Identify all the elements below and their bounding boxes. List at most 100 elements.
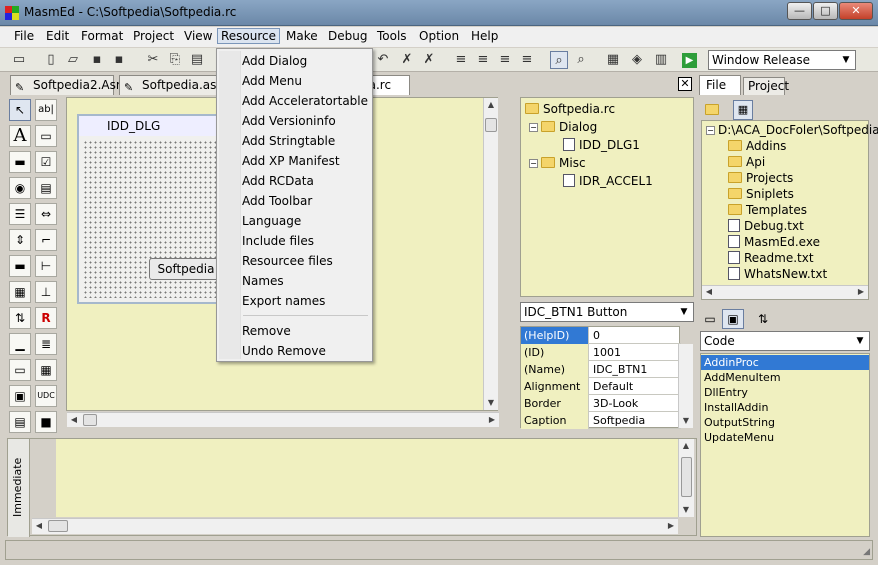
- menu-remove[interactable]: Remove: [242, 321, 291, 341]
- datetime-tool-icon[interactable]: ▤: [9, 411, 31, 433]
- listbox-tool-icon[interactable]: ☰: [9, 203, 31, 225]
- menu-resource-files[interactable]: Resourcee files: [242, 251, 333, 271]
- build-mode-select[interactable]: Window Release ▼: [708, 50, 856, 70]
- menu-format[interactable]: Format: [81, 29, 123, 43]
- tab-tool-icon[interactable]: ⌐: [35, 229, 57, 251]
- menu-add-dialog[interactable]: Add Dialog: [242, 51, 307, 71]
- radio-tool-icon[interactable]: ◉: [9, 177, 31, 199]
- uncomment-icon[interactable]: ≡: [518, 51, 536, 69]
- menu-project[interactable]: Project: [133, 29, 174, 43]
- property-value[interactable]: 0: [590, 327, 678, 344]
- designer-hscroll[interactable]: ◀ ▶: [67, 412, 499, 427]
- immediate-tab[interactable]: Immediate: [8, 439, 30, 537]
- menu-file[interactable]: File: [14, 29, 34, 43]
- property-row[interactable]: (Name) IDC_BTN1: [521, 361, 681, 378]
- menu-help[interactable]: Help: [471, 29, 498, 43]
- open-file-icon[interactable]: ▱: [64, 51, 82, 69]
- menu-add-toolbar[interactable]: Add Toolbar: [242, 191, 312, 211]
- hscroll-tool-icon[interactable]: ⇔: [35, 203, 57, 225]
- property-vscroll[interactable]: ▼: [678, 344, 693, 428]
- paste-icon[interactable]: ▤: [188, 51, 206, 69]
- tree-dialog-item[interactable]: IDD_DLG1: [563, 137, 640, 154]
- scroll-down-icon[interactable]: ▼: [484, 396, 498, 410]
- view-selected-icon[interactable]: ▣: [722, 309, 744, 329]
- edit-tool-icon[interactable]: ab|: [35, 99, 57, 121]
- scroll-up-icon[interactable]: ▲: [484, 98, 498, 112]
- scroll-down-icon[interactable]: ▼: [679, 503, 693, 517]
- save-icon[interactable]: ▪: [88, 51, 106, 69]
- new-file-icon[interactable]: ▯: [42, 51, 60, 69]
- menu-debug[interactable]: Debug: [328, 29, 367, 43]
- scroll-left-icon[interactable]: ◀: [67, 413, 81, 427]
- groupbox-tool-icon[interactable]: ▭: [35, 125, 57, 147]
- tab-softpedia2-asm[interactable]: ✎ Softpedia2.Asm: [10, 75, 128, 95]
- find-icon[interactable]: ⌕: [550, 51, 568, 69]
- trackbar-tool-icon[interactable]: ⊥: [35, 281, 57, 303]
- static-tool-icon[interactable]: A: [9, 125, 31, 147]
- close-button[interactable]: ✕: [839, 2, 873, 20]
- menu-edit[interactable]: Edit: [46, 29, 69, 43]
- property-row[interactable]: Border 3D-Look: [521, 395, 681, 412]
- scroll-right-icon[interactable]: ▶: [854, 286, 868, 298]
- dialog-button-softpedia[interactable]: Softpedia: [149, 258, 223, 280]
- property-value[interactable]: IDC_BTN1: [590, 361, 678, 378]
- grid-tool-icon[interactable]: ▦: [35, 359, 57, 381]
- resource-tree[interactable]: Softpedia.rc − Dialog IDD_DLG1 − Misc IDR_…: [520, 97, 694, 297]
- link-icon[interactable]: ▥: [652, 51, 670, 69]
- menu-make[interactable]: Make: [286, 29, 318, 43]
- listview-tool-icon[interactable]: ▦: [9, 281, 31, 303]
- tree-dialog-folder[interactable]: − Dialog: [529, 119, 597, 136]
- list-item[interactable]: DllEntry: [704, 385, 748, 400]
- file-tree-item[interactable]: Templates: [728, 202, 807, 219]
- scroll-right-icon[interactable]: ▶: [664, 519, 678, 533]
- menu-export-names[interactable]: Export names: [242, 291, 325, 311]
- menu-undo-remove[interactable]: Undo Remove: [242, 341, 326, 361]
- udc-tool-icon[interactable]: UDC: [35, 385, 57, 407]
- comment-icon[interactable]: ≡: [496, 51, 514, 69]
- file-tree-item[interactable]: Sniplets: [728, 186, 794, 203]
- outdent-icon[interactable]: ≡: [474, 51, 492, 69]
- indent-icon[interactable]: ≡: [452, 51, 470, 69]
- combobox-tool-icon[interactable]: ▤: [35, 177, 57, 199]
- print-icon[interactable]: ▭: [10, 51, 28, 69]
- scroll-down-icon[interactable]: ▼: [679, 414, 693, 428]
- immediate-vscroll[interactable]: ▲ ▼: [678, 439, 694, 517]
- scroll-thumb[interactable]: [48, 520, 68, 532]
- view-icon[interactable]: ▭: [702, 311, 718, 327]
- checkbox-tool-icon[interactable]: ☑: [35, 151, 57, 173]
- save-all-icon[interactable]: ▪: [110, 51, 128, 69]
- designer-vscroll[interactable]: ▲ ▼: [483, 98, 498, 410]
- replace-icon[interactable]: ⌕: [572, 51, 590, 69]
- toggle-bookmark-icon[interactable]: ✗: [398, 51, 416, 69]
- build-icon[interactable]: ▦: [604, 51, 622, 69]
- property-grid[interactable]: (HelpID) 0 (ID) 1001 (Name) IDC_BTN1 Alignm…: [520, 326, 681, 429]
- tree-root[interactable]: Softpedia.rc: [525, 101, 615, 118]
- scroll-right-icon[interactable]: ▶: [485, 413, 499, 427]
- menu-add-xp-manifest[interactable]: Add XP Manifest: [242, 151, 340, 171]
- property-row[interactable]: Caption Softpedia: [521, 412, 681, 429]
- dialog-preview[interactable]: IDD_DLG Softpedia: [77, 114, 227, 304]
- property-value[interactable]: Softpedia: [590, 412, 678, 429]
- file-tree-item[interactable]: WhatsNew.txt: [728, 266, 827, 283]
- file-tree-root[interactable]: − D:\ACA_DocFoler\Softpedia: [706, 122, 878, 139]
- property-value[interactable]: 3D-Look: [590, 395, 678, 412]
- menu-add-acceleratortable[interactable]: Add Acceleratortable: [242, 91, 368, 111]
- updown-tool-icon[interactable]: ⇅: [9, 307, 31, 329]
- menu-resource[interactable]: Resource: [217, 28, 281, 44]
- undo-icon[interactable]: ↶: [374, 51, 392, 69]
- code-select[interactable]: Code ▼: [700, 331, 870, 351]
- tab-file[interactable]: File: [699, 75, 741, 95]
- property-control-select[interactable]: IDC_BTN1 Button ▼: [520, 302, 694, 322]
- file-tree[interactable]: − D:\ACA_DocFoler\Softpedia Addins Api Pr…: [701, 120, 878, 300]
- statusbar-tool-icon[interactable]: ▁: [9, 333, 31, 355]
- menu-names[interactable]: Names: [242, 271, 284, 291]
- menu-add-versioninfo[interactable]: Add Versioninfo: [242, 111, 336, 131]
- minimize-button[interactable]: —: [787, 2, 812, 20]
- assemble-icon[interactable]: ◈: [628, 51, 646, 69]
- filter-icon[interactable]: ▦: [733, 100, 753, 120]
- tab-project[interactable]: Project: [743, 77, 789, 95]
- image-tool-icon[interactable]: ▭: [9, 359, 31, 381]
- file-tree-item[interactable]: MasmEd.exe: [728, 234, 820, 251]
- menu-add-stringtable[interactable]: Add Stringtable: [242, 131, 335, 151]
- menu-language[interactable]: Language: [242, 211, 301, 231]
